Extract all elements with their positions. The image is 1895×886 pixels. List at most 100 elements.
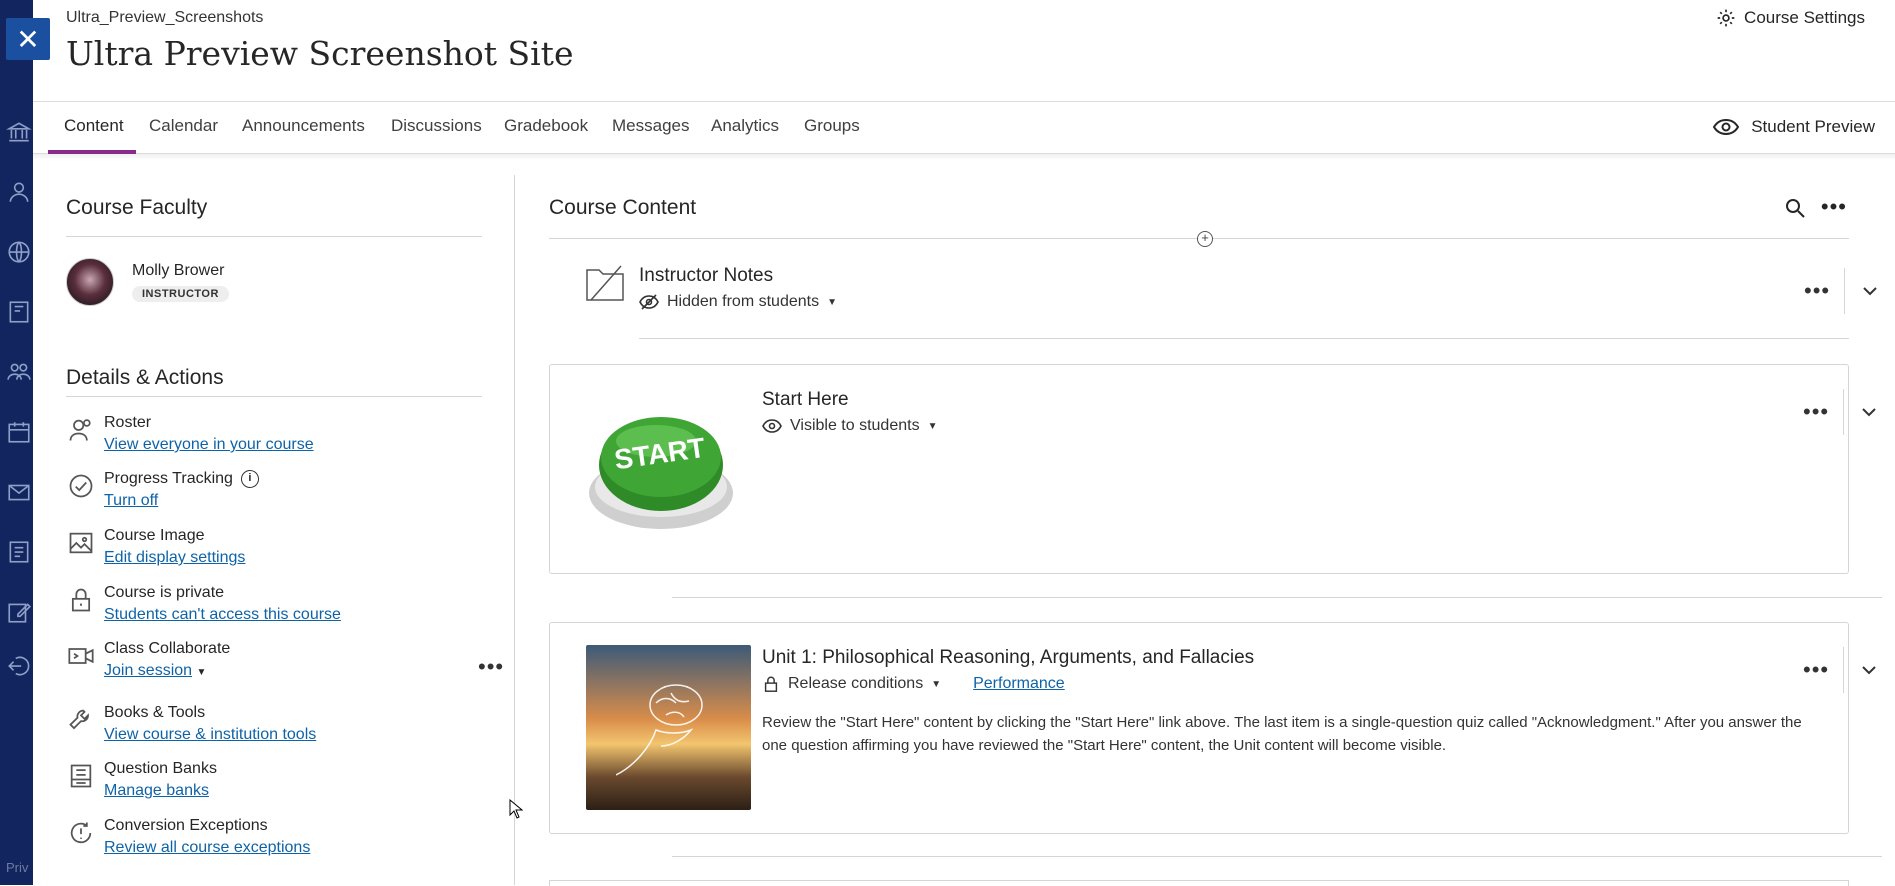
chevron-down-icon: ▼ <box>927 420 938 432</box>
sign-out-icon[interactable] <box>5 652 33 680</box>
books-tools-label: Books & Tools <box>104 704 206 721</box>
faculty-name: Molly Brower <box>132 262 225 279</box>
student-preview-button[interactable]: Student Preview <box>1711 116 1875 138</box>
details-column: Course Faculty Molly Brower INSTRUCTOR D… <box>66 160 506 885</box>
row-divider <box>639 338 1849 339</box>
image-icon <box>66 527 96 557</box>
tab-groups[interactable]: Groups <box>804 116 860 136</box>
expand-chevron-icon[interactable] <box>1860 281 1880 301</box>
item-more-button[interactable]: ••• <box>1804 278 1830 304</box>
start-here-title[interactable]: Start Here <box>762 389 849 411</box>
course-settings-button[interactable]: Course Settings <box>1716 8 1865 28</box>
messages-icon[interactable] <box>5 478 33 506</box>
wrench-icon <box>66 704 96 734</box>
course-image-label: Course Image <box>104 527 205 544</box>
lock-icon <box>764 676 778 692</box>
search-icon[interactable] <box>1783 196 1807 220</box>
visibility-dropdown[interactable]: Visible to students ▼ <box>762 417 937 435</box>
private-course-link[interactable]: Students can't access this course <box>104 606 341 623</box>
lock-icon <box>66 584 96 614</box>
faculty-card[interactable]: Molly Brower INSTRUCTOR <box>66 258 229 306</box>
profile-icon[interactable] <box>5 178 33 206</box>
tab-discussions[interactable]: Discussions <box>391 116 482 136</box>
globe-icon[interactable] <box>5 238 33 266</box>
row-separator <box>1844 268 1845 314</box>
tab-gradebook[interactable]: Gradebook <box>504 116 588 136</box>
edit-display-settings-link[interactable]: Edit display settings <box>104 549 245 566</box>
chevron-down-icon: ▼ <box>931 678 942 690</box>
tab-announcements[interactable]: Announcements <box>242 116 365 136</box>
grades-icon[interactable] <box>5 538 33 566</box>
faculty-title: Course Faculty <box>66 196 208 219</box>
content-more-button[interactable]: ••• <box>1821 194 1847 220</box>
turn-off-link[interactable]: Turn off <box>104 492 158 509</box>
mouse-cursor-icon <box>509 799 523 819</box>
tab-analytics[interactable]: Analytics <box>711 116 779 136</box>
info-icon[interactable]: i <box>240 470 259 488</box>
item-more-button[interactable]: ••• <box>1803 399 1829 425</box>
student-preview-label: Student Preview <box>1751 117 1875 136</box>
review-exceptions-link[interactable]: Review all course exceptions <box>104 839 310 856</box>
row-separator <box>1843 647 1844 693</box>
privacy-link[interactable]: Priv <box>6 860 28 875</box>
class-collaborate-action: Class Collaborate Join session ▼ <box>66 640 230 680</box>
eye-icon <box>762 419 782 433</box>
left-nav-rail: Priv <box>0 0 33 885</box>
row-divider <box>672 856 1882 857</box>
close-button[interactable]: ✕ <box>6 18 50 60</box>
release-conditions-dropdown[interactable]: Release conditions ▼ <box>762 675 941 693</box>
tab-messages[interactable]: Messages <box>612 116 689 136</box>
gear-icon <box>1717 9 1735 27</box>
item-more-button[interactable]: ••• <box>1803 657 1829 683</box>
instructor-notes-title[interactable]: Instructor Notes <box>639 265 773 287</box>
details-divider <box>66 396 482 397</box>
join-session-link[interactable]: Join session <box>104 662 192 679</box>
expand-chevron-icon[interactable] <box>1859 402 1879 422</box>
role-badge: INSTRUCTOR <box>132 286 229 302</box>
calendar-icon[interactable] <box>5 418 33 446</box>
unit-image[interactable] <box>586 645 751 810</box>
row-divider <box>672 597 1882 598</box>
visibility-label: Visible to students <box>790 417 920 434</box>
conversion-exceptions-action: Conversion Exceptions Review all course … <box>66 817 310 857</box>
unit-1-title[interactable]: Unit 1: Philosophical Reasoning, Argumen… <box>762 647 1254 669</box>
roster-label: Roster <box>104 414 152 431</box>
release-conditions-label: Release conditions <box>788 675 924 692</box>
manage-banks-link[interactable]: Manage banks <box>104 782 209 799</box>
tab-calendar[interactable]: Calendar <box>149 116 218 136</box>
avatar <box>66 258 114 306</box>
join-session-caret-icon[interactable]: ▼ <box>197 667 207 678</box>
roster-icon <box>66 414 96 444</box>
institution-icon[interactable] <box>5 118 33 146</box>
courses-icon[interactable] <box>5 298 33 326</box>
eye-refresh-icon <box>1713 118 1740 136</box>
next-card-edge <box>549 880 1849 886</box>
progress-tracking-action: Progress Tracking i Turn off <box>66 470 259 510</box>
add-content-icon[interactable]: + <box>1197 231 1213 247</box>
collaborate-more-button[interactable]: ••• <box>478 654 504 680</box>
visibility-dropdown[interactable]: Hidden from students ▼ <box>639 293 837 311</box>
exception-icon <box>66 817 96 847</box>
class-collaborate-label: Class Collaborate <box>104 640 231 657</box>
expand-chevron-icon[interactable] <box>1859 660 1879 680</box>
breadcrumb: Ultra_Preview_Screenshots <box>66 9 264 26</box>
course-settings-label: Course Settings <box>1744 8 1865 27</box>
visibility-label: Hidden from students <box>667 293 820 310</box>
edit-icon[interactable] <box>5 598 33 626</box>
conversion-exceptions-label: Conversion Exceptions <box>104 817 268 834</box>
question-banks-label: Question Banks <box>104 760 217 777</box>
brain-hand-icon <box>616 684 703 776</box>
check-circle-icon <box>66 470 96 500</box>
course-tabs: Content Calendar Announcements Discussio… <box>33 102 1895 154</box>
organizations-icon[interactable] <box>5 358 33 386</box>
course-image-action: Course Image Edit display settings <box>66 527 245 567</box>
start-button-image[interactable]: START <box>586 403 736 533</box>
column-divider <box>514 175 515 885</box>
start-here-card: START Start Here Visible to students ▼ •… <box>549 364 1876 574</box>
performance-link[interactable]: Performance <box>973 675 1065 693</box>
view-tools-link[interactable]: View course & institution tools <box>104 726 316 743</box>
tab-content[interactable]: Content <box>64 116 124 136</box>
roster-action: Roster View everyone in your course <box>66 414 314 454</box>
roster-link[interactable]: View everyone in your course <box>104 436 314 453</box>
unit-1-description: Review the "Start Here" content by click… <box>762 714 1802 754</box>
